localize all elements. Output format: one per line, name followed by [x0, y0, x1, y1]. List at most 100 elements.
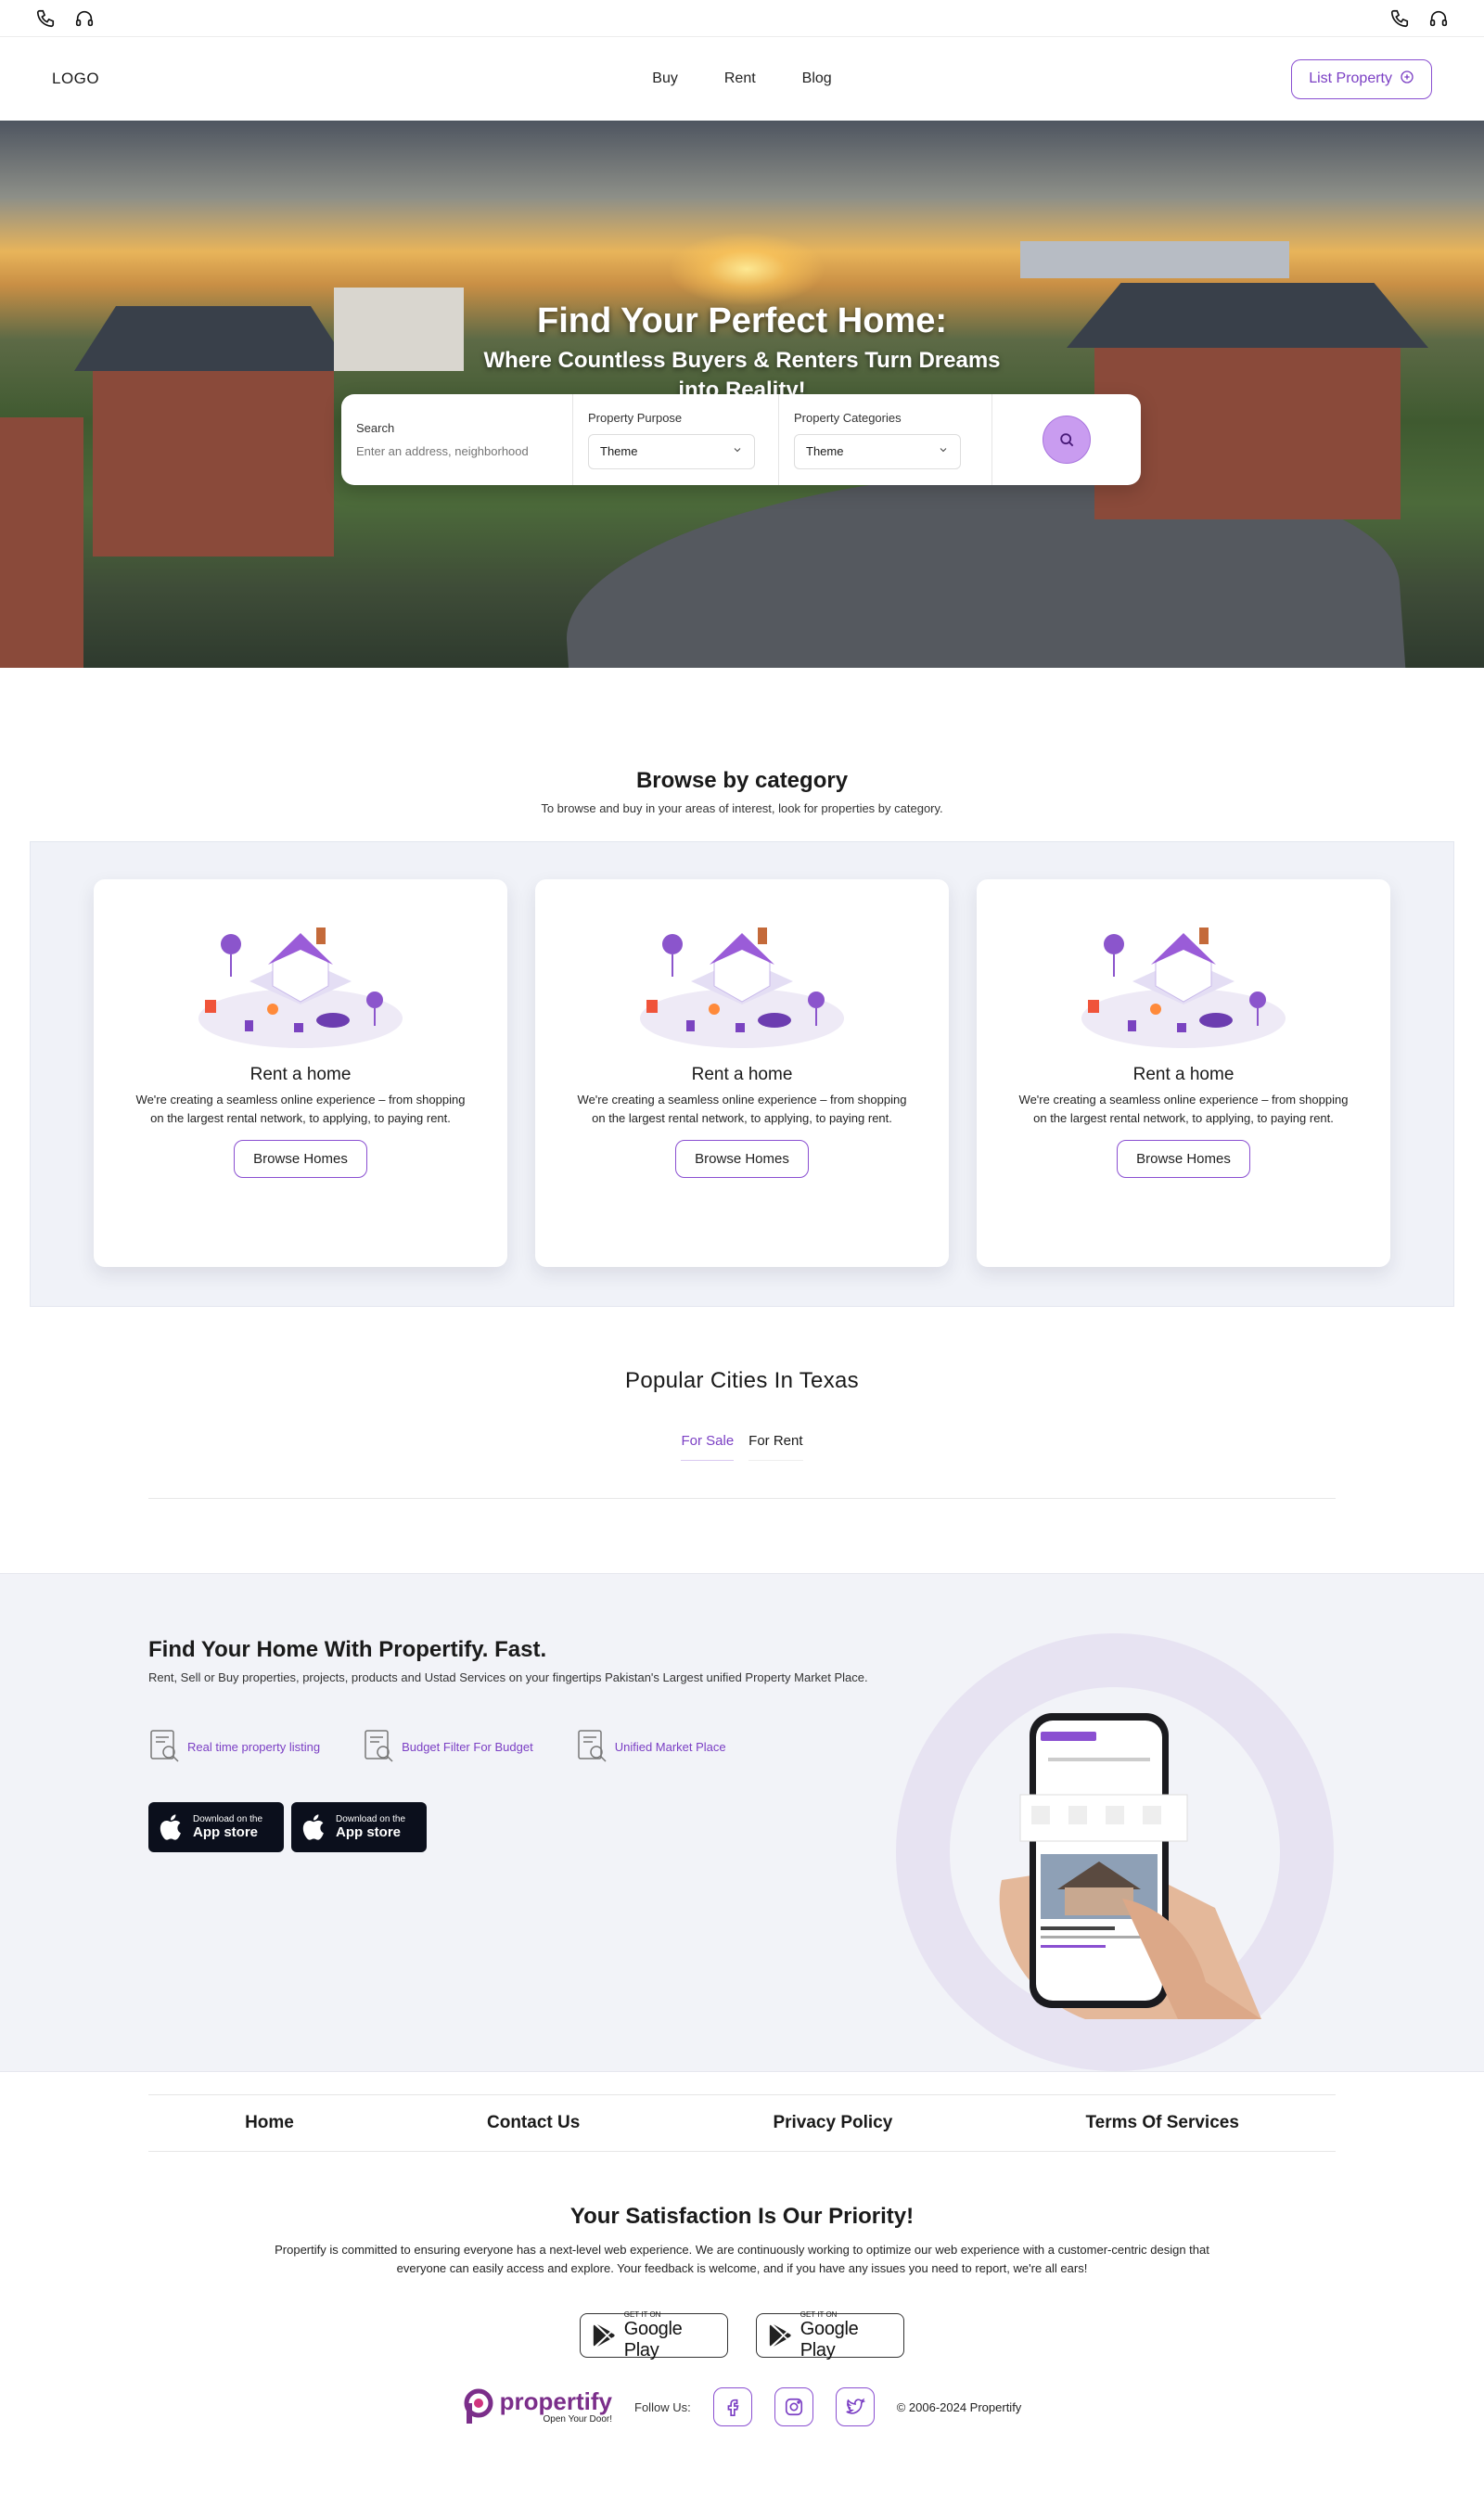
search-card: Search Property Purpose Theme Property C… [341, 394, 1141, 485]
brand-text: propertify Open Your Door! [500, 2389, 612, 2425]
cities-tabs: For Sale For Rent [0, 1433, 1484, 1461]
card-title: Rent a home [249, 1065, 352, 1084]
card-text: We're creating a seamless online experie… [135, 1093, 466, 1125]
category-card: Rent a home We're creating a seamless on… [535, 879, 949, 1267]
main-nav: LOGO Buy Rent Blog List Property [0, 37, 1484, 121]
category-cards: Rent a home We're creating a seamless on… [31, 842, 1453, 1267]
satisfaction-title: Your Satisfaction Is Our Priority! [569, 2204, 915, 2229]
search-icon [1060, 433, 1074, 447]
nav-links: Buy Rent Blog [652, 70, 831, 87]
browse-homes-button[interactable]: Browse Homes [675, 1140, 809, 1178]
google-play-button[interactable]: GET IT ON Google Play [756, 2309, 904, 2361]
hero-house [0, 417, 83, 668]
feature-label: Unified Market Place [614, 1739, 726, 1754]
listing-search-icon [150, 1730, 179, 1762]
brand-name: propertify [499, 2387, 613, 2416]
footer-link-privacy[interactable]: Privacy Policy [773, 2113, 892, 2133]
follow-label: Follow Us: [634, 2399, 691, 2414]
instagram-icon [785, 2399, 802, 2416]
footer-nav: Home Contact Us Privacy Policy Terms Of … [148, 2094, 1336, 2152]
feature-label: Real time property listing [187, 1739, 321, 1754]
nav-link-blog[interactable]: Blog [802, 70, 832, 87]
app-store-big: App store [336, 1824, 402, 1841]
headset-icon[interactable] [72, 6, 96, 31]
facebook-button[interactable] [712, 2387, 752, 2427]
hero-building [1020, 241, 1289, 278]
search-field-group: Search [341, 394, 573, 485]
app-store-button[interactable]: Download on the App store [148, 1802, 284, 1853]
browse-header: Browse by category To browse and buy in … [0, 768, 1484, 815]
list-property-button[interactable]: List Property [1291, 58, 1432, 99]
apple-icon [160, 1814, 181, 1840]
google-play-button[interactable]: GET IT ON Google Play [580, 2309, 728, 2361]
app-store-small: Download on the [193, 1814, 263, 1825]
copyright: © 2006-2024 Propertify [896, 2399, 1022, 2414]
satisfaction-text: Propertify is committed to ensuring ever… [275, 2243, 1209, 2276]
categories-select[interactable]: Theme [794, 433, 961, 469]
headset-icon[interactable] [1426, 6, 1451, 31]
app-promo-section: Find Your Home With Propertify. Fast. Re… [0, 1573, 1484, 2072]
browse-homes-button[interactable]: Browse Homes [234, 1140, 367, 1178]
phone-mockup [983, 1676, 1280, 2033]
phone-icon[interactable] [1388, 6, 1412, 31]
search-label: Search [356, 421, 395, 435]
apple-icon [302, 1814, 324, 1840]
categories-field-group: Property Categories Theme [779, 394, 992, 485]
google-play-small: GET IT ON [800, 2309, 838, 2319]
browse-subtitle: To browse and buy in your areas of inter… [541, 801, 943, 815]
twitter-button[interactable] [835, 2387, 875, 2427]
search-button[interactable] [1043, 416, 1091, 464]
utility-bar [0, 0, 1484, 37]
card-title: Rent a home [1132, 1065, 1235, 1084]
purpose-field-group: Property Purpose Theme [573, 394, 779, 485]
google-play-big: Google Play [623, 2318, 683, 2361]
footer-link-home[interactable]: Home [245, 2113, 294, 2133]
popular-cities: Popular Cities In Texas For Sale For Ren… [0, 1368, 1484, 1499]
nav-link-buy[interactable]: Buy [652, 70, 678, 87]
house-illustration-icon [640, 928, 844, 1048]
hero-subheading-line1: Where Countless Buyers & Renters Turn Dr… [483, 347, 1001, 373]
divider [148, 1498, 1336, 1499]
hero-sun [668, 232, 825, 306]
app-store-buttons: Download on the App store Download on th… [148, 1802, 909, 1853]
instagram-button[interactable] [774, 2387, 813, 2427]
card-text: We're creating a seamless online experie… [577, 1093, 907, 1125]
hero-title: Find Your Perfect Home: Where Countless … [0, 301, 1484, 405]
app-store-text: Download on the App store [193, 1814, 262, 1840]
tab-for-sale[interactable]: For Sale [681, 1433, 735, 1461]
feature-label: Budget Filter For Budget [402, 1739, 533, 1754]
brand-logo[interactable]: propertify Open Your Door! [463, 2388, 612, 2425]
footer-link-terms[interactable]: Terms Of Services [1085, 2113, 1238, 2133]
google-play-buttons: GET IT ON Google Play GET IT ON Google P… [0, 2309, 1484, 2361]
google-play-small: GET IT ON [623, 2309, 661, 2319]
categories-label: Property Categories [794, 410, 902, 425]
promo-content: Find Your Home With Propertify. Fast. Re… [148, 1637, 909, 1853]
page: LOGO Buy Rent Blog List Property Find Yo… [0, 0, 1484, 2495]
chevron-down-icon [938, 444, 949, 458]
tab-for-rent[interactable]: For Rent [748, 1433, 803, 1461]
feature-item: Real time property listing [148, 1728, 320, 1765]
footer-link-contact[interactable]: Contact Us [487, 2113, 580, 2133]
app-store-button[interactable]: Download on the App store [291, 1802, 427, 1853]
cities-title: Popular Cities In Texas [625, 1368, 859, 1393]
phone-icon[interactable] [33, 6, 58, 31]
google-play-icon [593, 2324, 615, 2348]
category-card: Rent a home We're creating a seamless on… [94, 879, 507, 1267]
category-section: Rent a home We're creating a seamless on… [30, 841, 1454, 1307]
app-store-text: Download on the App store [336, 1814, 405, 1840]
twitter-icon [846, 2398, 865, 2414]
hero-banner: Find Your Perfect Home: Where Countless … [0, 121, 1484, 668]
house-illustration-icon [1081, 928, 1286, 1048]
purpose-select[interactable]: Theme [588, 433, 755, 469]
promo-features: Real time property listing Budget Filter… [148, 1728, 909, 1765]
search-button-group [992, 394, 1141, 485]
google-play-big: Google Play [800, 2318, 859, 2361]
nav-link-rent[interactable]: Rent [724, 70, 756, 87]
browse-homes-button[interactable]: Browse Homes [1117, 1140, 1250, 1178]
house-illustration-icon [198, 928, 403, 1048]
search-input[interactable] [356, 444, 538, 458]
logo[interactable]: LOGO [52, 70, 99, 88]
list-property-label: List Property [1309, 70, 1392, 86]
google-play-icon [769, 2324, 791, 2348]
listing-search-icon [577, 1730, 607, 1762]
